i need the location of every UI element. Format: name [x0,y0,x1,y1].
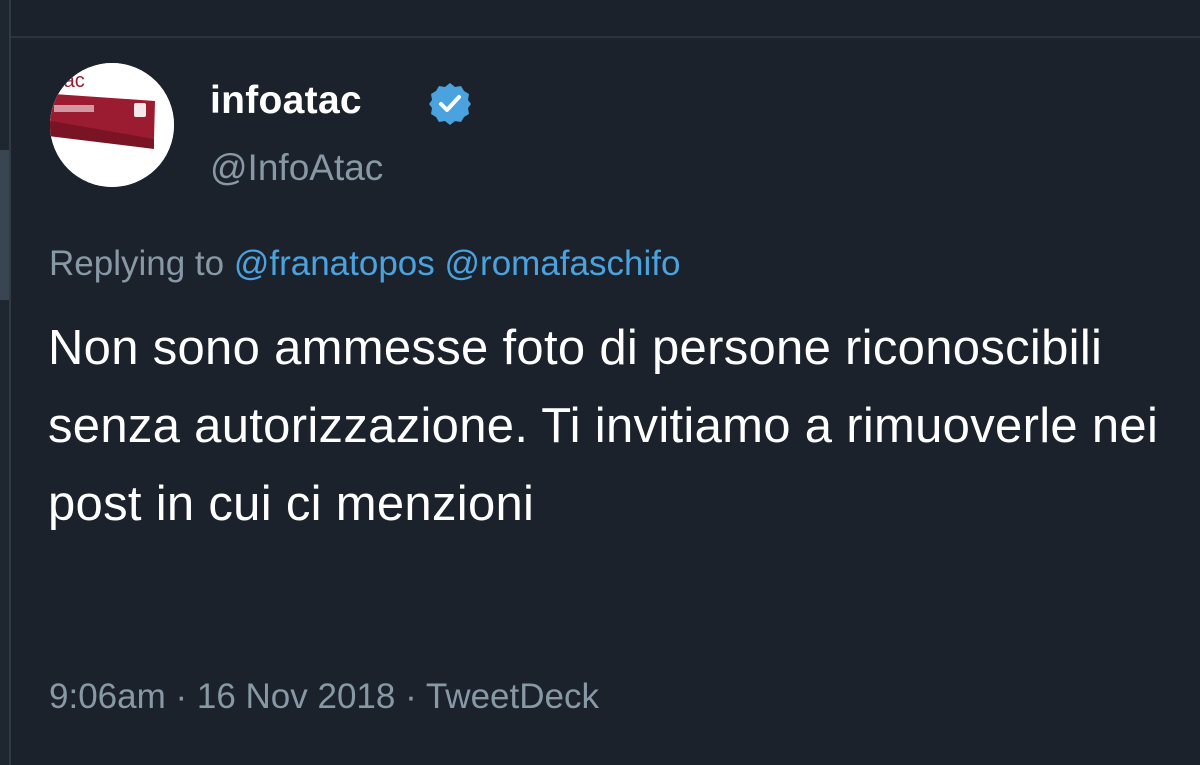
meta-separator: · [175,677,188,716]
mention-link[interactable]: @romafaschifo [445,244,681,283]
tweet-source-link[interactable]: TweetDeck [426,677,599,716]
author-name[interactable]: infoatac [210,78,362,124]
scrollbar-thumb[interactable] [0,150,9,300]
tweet-time: 9:06am [49,677,166,716]
avatar[interactable]: atac [50,63,174,187]
tweet-date: 16 Nov 2018 [196,677,396,716]
atac-roma-logo-icon: atac [50,63,174,187]
meta-separator: · [405,677,417,716]
svg-text:atac: atac [50,70,85,92]
column-left-edge [0,0,9,765]
replying-to-label: Replying to [49,244,225,283]
replying-to-line: Replying to @franatopos @romafaschifo [49,242,680,286]
tweet-meta: 9:06am · 16 Nov 2018 · TweetDeck [49,675,599,719]
author-handle[interactable]: @InfoAtac [210,146,383,190]
tweet-text: Non sono ammesse foto di persone riconos… [48,321,1159,531]
tweet-timestamp-link[interactable]: 9:06am [49,677,166,716]
tweet-detail: atac infoatac @InfoAtac Replying to @fra… [11,38,1200,765]
verified-badge-icon [428,82,472,126]
mention-link[interactable]: @franatopos [234,244,435,283]
